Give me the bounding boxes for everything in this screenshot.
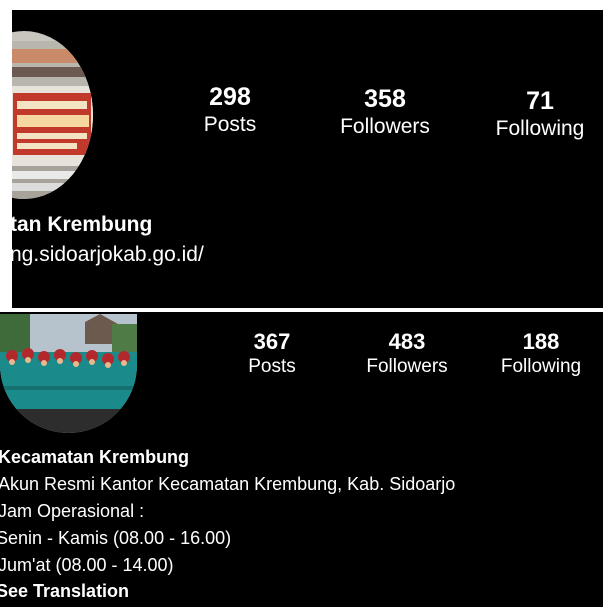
followers-count: 483 bbox=[388, 329, 426, 354]
bio-line-2: Jam Operasional : bbox=[0, 501, 145, 521]
followers-label: Followers bbox=[366, 356, 448, 377]
posts-stat-bottom[interactable]: 367 Posts bbox=[232, 329, 312, 378]
bio-line-1: Akun Resmi Kantor Kecamatan Krembung, Ka… bbox=[0, 474, 456, 494]
following-stat-top[interactable]: 71 Following bbox=[480, 86, 600, 142]
profile-name-bottom: Kecamatan Krembung bbox=[0, 447, 190, 467]
bio-line-3: Senin - Kamis (08.00 - 16.00) bbox=[0, 528, 232, 548]
followers-stat-bottom[interactable]: 483 Followers bbox=[347, 329, 467, 378]
bio-line-4: Jum'at (08.00 - 14.00) bbox=[0, 555, 174, 575]
posts-count: 367 bbox=[253, 329, 291, 354]
profile-avatar-top[interactable] bbox=[12, 31, 93, 199]
office-sign-photo-icon bbox=[12, 31, 93, 199]
followers-label: Followers bbox=[340, 115, 430, 138]
profile-avatar-bottom[interactable] bbox=[0, 314, 137, 433]
following-label: Following bbox=[500, 356, 582, 377]
see-translation-link[interactable]: See Translation bbox=[0, 581, 129, 602]
followers-count: 358 bbox=[364, 85, 406, 113]
following-count: 71 bbox=[526, 87, 554, 115]
posts-count: 298 bbox=[209, 83, 251, 111]
following-label: Following bbox=[495, 117, 585, 140]
group-photo-icon bbox=[0, 314, 137, 433]
profile-name-top: tan Krembung bbox=[12, 213, 153, 236]
following-count: 188 bbox=[522, 329, 560, 354]
posts-stat-top[interactable]: 298 Posts bbox=[190, 82, 270, 138]
profile-link-top[interactable]: ng.sidoarjokab.go.id/ bbox=[12, 243, 204, 267]
profile-header-top: 298 Posts 358 Followers 71 Following tan… bbox=[12, 10, 603, 308]
posts-label: Posts bbox=[248, 356, 296, 377]
followers-stat-top[interactable]: 358 Followers bbox=[325, 84, 445, 140]
posts-label: Posts bbox=[203, 113, 257, 136]
profile-header-bottom: 367 Posts 483 Followers 188 Following Ke… bbox=[0, 312, 603, 607]
following-stat-bottom[interactable]: 188 Following bbox=[481, 329, 601, 378]
